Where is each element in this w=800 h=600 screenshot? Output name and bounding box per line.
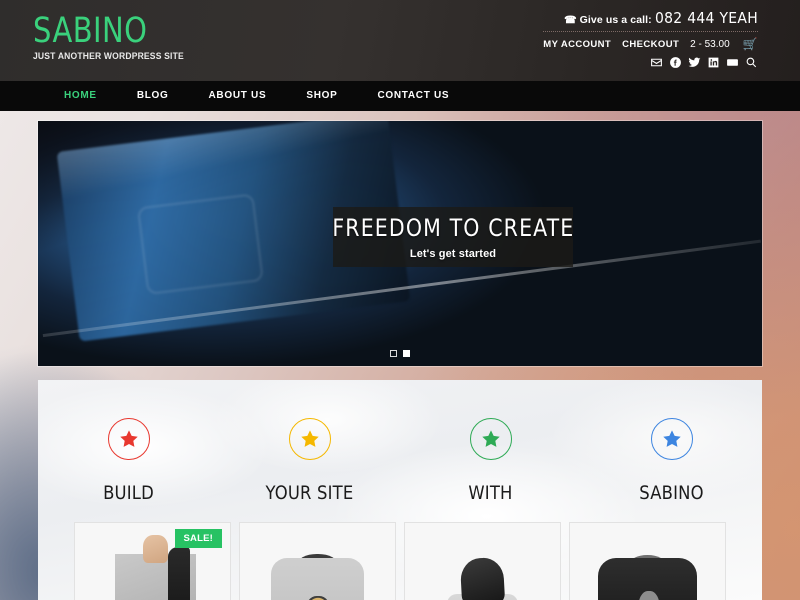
feature-icon-circle-3 [469, 418, 512, 460]
nav-item-shop[interactable]: SHOP [286, 81, 357, 111]
feature-with[interactable]: WITH [400, 418, 581, 504]
feature-label-4: SABINO [639, 482, 704, 504]
star-icon [119, 430, 138, 447]
star-icon [300, 430, 319, 447]
feature-your-site[interactable]: YOUR SITE [219, 418, 400, 504]
slider-dot-2[interactable] [403, 350, 410, 357]
account-links: MY ACCOUNT CHECKOUT 2 - 53.00 🛒 [543, 37, 758, 51]
flickr-icon[interactable] [726, 56, 739, 69]
shopping-cart-icon[interactable]: 🛒 [743, 37, 758, 51]
feature-icon-circle-2 [288, 418, 331, 460]
product-image-2 [240, 523, 395, 600]
product-grid: SALE! [38, 504, 762, 600]
cart-total[interactable]: 2 - 53.00 [690, 39, 729, 50]
main-navigation: HOME BLOG ABOUT US SHOP CONTACT US [0, 81, 800, 111]
site-logo[interactable]: SABINO [33, 14, 187, 49]
slider-pagination [38, 350, 762, 357]
feature-label-1: BUILD [103, 482, 154, 504]
product-card-4[interactable] [569, 522, 726, 600]
feature-icon-circle-1 [107, 418, 150, 460]
hero-slider[interactable]: FREEDOM TO CREATE Let's get started [38, 121, 762, 366]
header-utility-area: ☎ Give us a call: 082 444 YEAH MY ACCOUNT… [543, 0, 800, 69]
product-image-3 [405, 523, 560, 600]
feature-label-3: WITH [468, 482, 513, 504]
site-branding[interactable]: SABINO JUST ANOTHER WORDPRESS SITE [0, 0, 201, 63]
sale-badge: SALE! [174, 529, 222, 548]
content-panel: BUILD YOUR SITE WITH SABINO SALE! [38, 380, 762, 600]
social-links [543, 56, 758, 69]
nav-item-about-us[interactable]: ABOUT US [189, 81, 287, 111]
site-header: SABINO JUST ANOTHER WORDPRESS SITE ☎ Give… [0, 0, 800, 81]
star-icon [481, 430, 500, 447]
nav-item-contact-us[interactable]: CONTACT US [357, 81, 469, 111]
hero-subtitle: Let's get started [409, 248, 497, 260]
twitter-icon[interactable] [688, 56, 701, 69]
site-tagline: JUST ANOTHER WORDPRESS SITE [33, 51, 184, 62]
nav-item-blog[interactable]: BLOG [117, 81, 189, 111]
product-image-4 [570, 523, 725, 600]
call-us-line: ☎ Give us a call: 082 444 YEAH [543, 9, 758, 32]
hero-title: FREEDOM TO CREATE [332, 214, 574, 242]
checkout-link[interactable]: CHECKOUT [622, 39, 679, 50]
phone-number[interactable]: 082 444 YEAH [655, 9, 758, 27]
search-icon[interactable] [745, 56, 758, 69]
call-us-label: Give us a call: [579, 14, 652, 26]
linkedin-icon[interactable] [707, 56, 720, 69]
feature-label-2: YOUR SITE [265, 482, 354, 504]
product-card-2[interactable] [239, 522, 396, 600]
nav-item-home[interactable]: HOME [44, 81, 117, 111]
product-card-1[interactable]: SALE! [74, 522, 231, 600]
product-card-3[interactable] [404, 522, 561, 600]
feature-icon-circle-4 [650, 418, 693, 460]
email-icon[interactable] [650, 56, 663, 69]
facebook-icon[interactable] [669, 56, 682, 69]
feature-sabino[interactable]: SABINO [581, 418, 762, 504]
phone-icon: ☎ [564, 15, 577, 26]
my-account-link[interactable]: MY ACCOUNT [543, 39, 611, 50]
star-icon [662, 430, 681, 447]
slider-dot-1[interactable] [390, 350, 397, 357]
features-row: BUILD YOUR SITE WITH SABINO [38, 380, 762, 504]
feature-build[interactable]: BUILD [38, 418, 219, 504]
hero-caption: FREEDOM TO CREATE Let's get started [332, 207, 574, 267]
